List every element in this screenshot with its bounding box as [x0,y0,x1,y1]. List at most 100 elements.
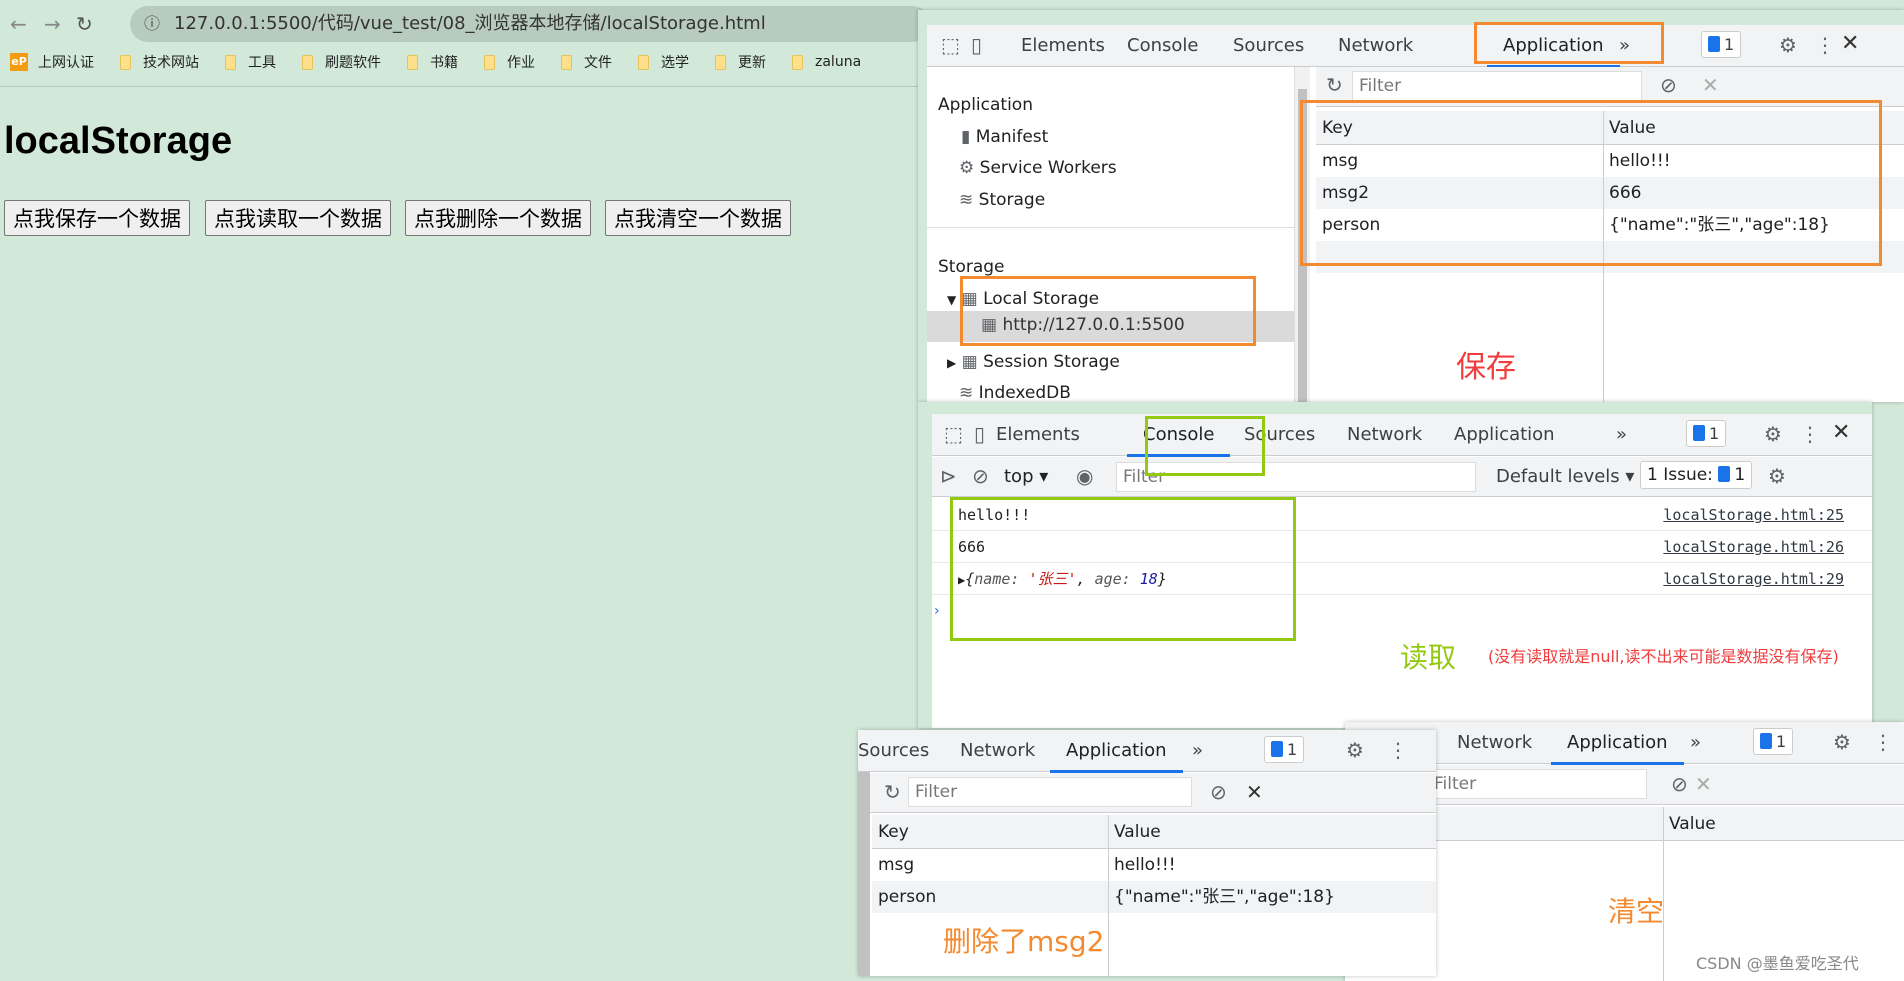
scrollbar[interactable] [858,772,870,976]
highlight-box [950,497,1296,641]
delete-annotation: 删除了msg2 [943,925,1105,958]
more-menu-icon[interactable]: ⋮ [1815,33,1835,57]
tab-elements[interactable]: Elements [996,424,1080,445]
tab-sources[interactable]: Sources [858,740,929,761]
sidebar-item-manifest[interactable]: ▮ Manifest [961,127,1048,147]
more-menu-icon[interactable]: ⋮ [1800,422,1820,446]
address-bar[interactable]: ⓘ 127.0.0.1:5500/代码/vue_test/08_浏览器本地存储/l… [130,6,930,42]
database-icon: ≋ [959,383,974,402]
prompt-icon[interactable]: › [934,603,940,619]
clear-all-icon[interactable]: ⊘ [1210,780,1227,804]
close-icon[interactable]: ✕ [1832,420,1850,445]
device-toolbar-icon[interactable]: ▯ [971,33,982,57]
filter-input[interactable]: Filter [1427,769,1647,799]
reload-icon[interactable]: ↻ [76,12,93,36]
delete-data-button[interactable]: 点我删除一个数据 [405,200,591,236]
sidebar-item-indexeddb[interactable]: ≋ IndexedDB [959,383,1071,402]
sidebar-item-service-workers[interactable]: ⚙ Service Workers [959,158,1117,178]
bookmark-folder[interactable]: 文件 [561,52,612,72]
tab-application[interactable]: Application [1551,732,1684,765]
column-value[interactable]: Value [1669,807,1716,841]
forward-icon[interactable]: → [44,12,61,36]
refresh-icon[interactable]: ↻ [884,780,901,804]
triangle-down-icon[interactable]: ▼ [947,293,956,307]
tab-application[interactable]: Application [1050,740,1183,773]
save-annotation: 保存 [1456,350,1516,385]
delete-selected-icon[interactable]: ✕ [1246,780,1263,804]
device-toolbar-icon[interactable]: ▯ [974,422,985,446]
folder-icon [715,54,726,70]
close-icon[interactable]: ✕ [1841,31,1859,56]
bookmark-folder[interactable]: 作业 [484,52,535,72]
table-row[interactable]: msg hello!!! [872,849,1436,881]
bookmark-item[interactable]: eP 上网认证 [10,52,94,72]
eye-icon[interactable]: ◉ [1076,464,1093,488]
message-icon [1718,466,1731,482]
inspect-icon[interactable]: ⬚ [941,33,960,57]
filter-input[interactable]: Filter [908,777,1192,807]
save-data-button[interactable]: 点我保存一个数据 [4,200,190,236]
gear-icon[interactable]: ⚙ [1833,730,1851,754]
issues-button[interactable]: 1 Issue: 1 [1640,461,1753,489]
inspect-icon[interactable]: ⬚ [944,422,963,446]
clear-console-icon[interactable]: ⊘ [972,464,989,488]
gear-icon: ⚙ [959,158,975,178]
gear-icon[interactable]: ⚙ [1346,738,1364,762]
clear-all-icon[interactable]: ⊘ [1671,772,1688,796]
bookmark-folder[interactable]: 技术网站 [120,52,199,72]
tab-application[interactable]: Application [1454,424,1555,445]
log-levels-select[interactable]: Default levels ▾ [1496,466,1634,487]
grid-icon: ▦ [961,352,978,372]
console-settings-icon[interactable]: ⚙ [1768,464,1786,488]
context-select[interactable]: top ▾ [1004,466,1048,487]
sidebar-item-storage[interactable]: ≋ Storage [959,190,1045,210]
bookmark-folder[interactable]: 书籍 [407,52,458,72]
issues-badge[interactable]: 1 [1264,736,1305,763]
bookmark-folder[interactable]: 工具 [225,52,276,72]
clear-all-icon[interactable]: ⊘ [1660,73,1677,97]
source-link[interactable]: localStorage.html:26 [1663,531,1844,563]
refresh-icon[interactable]: ↻ [1326,73,1343,97]
more-menu-icon[interactable]: ⋮ [1873,730,1893,754]
issues-badge[interactable]: 1 [1701,31,1742,58]
bookmark-folder[interactable]: zaluna [792,52,861,72]
tab-sources[interactable]: Sources [1233,35,1304,56]
tab-network[interactable]: Network [1347,424,1422,445]
read-data-button[interactable]: 点我读取一个数据 [205,200,391,236]
source-link[interactable]: localStorage.html:25 [1663,499,1844,531]
sidebar-toggle-icon[interactable]: ⊳ [940,464,957,488]
read-note: (没有读取就是null,读不出来可能是数据没有保存) [1488,647,1839,666]
gear-icon[interactable]: ⚙ [1779,33,1797,57]
column-key[interactable]: Key [878,815,909,849]
bookmark-folder[interactable]: 更新 [715,52,766,72]
clear-data-button[interactable]: 点我清空一个数据 [605,200,791,236]
source-link[interactable]: localStorage.html:29 [1663,563,1844,595]
tab-console[interactable]: Console [1127,35,1198,56]
issues-badge[interactable]: 1 [1753,728,1794,755]
more-tabs-icon[interactable]: » [1690,732,1701,753]
delete-selected-icon[interactable]: ✕ [1695,772,1712,796]
table-row[interactable]: person {"name":"张三","age":18} [872,881,1436,913]
back-icon[interactable]: ← [10,12,27,36]
folder-icon [120,54,131,70]
triangle-right-icon[interactable]: ▶ [947,356,956,370]
sidebar-section-application: Application [938,95,1033,115]
filter-input[interactable]: Filter [1352,71,1642,101]
gear-icon[interactable]: ⚙ [1764,422,1782,446]
bookmark-folder[interactable]: 选学 [638,52,689,72]
page-title: localStorage [4,120,233,162]
tab-elements[interactable]: Elements [1021,35,1105,56]
tab-network[interactable]: Network [1457,732,1532,753]
site-info-icon[interactable]: ⓘ [144,6,160,42]
bookmark-folder[interactable]: 刷题软件 [302,52,381,72]
tab-network[interactable]: Network [1338,35,1413,56]
more-tabs-icon[interactable]: » [1192,740,1203,761]
issues-badge[interactable]: 1 [1686,420,1727,447]
sidebar-item-session-storage[interactable]: ▶ ▦ Session Storage [947,352,1120,372]
delete-selected-icon[interactable]: ✕ [1702,73,1719,97]
tab-network[interactable]: Network [960,740,1035,761]
more-menu-icon[interactable]: ⋮ [1388,738,1408,762]
clear-annotation: 清空 [1608,895,1665,928]
column-value[interactable]: Value [1114,815,1161,849]
more-tabs-icon[interactable]: » [1616,424,1627,445]
